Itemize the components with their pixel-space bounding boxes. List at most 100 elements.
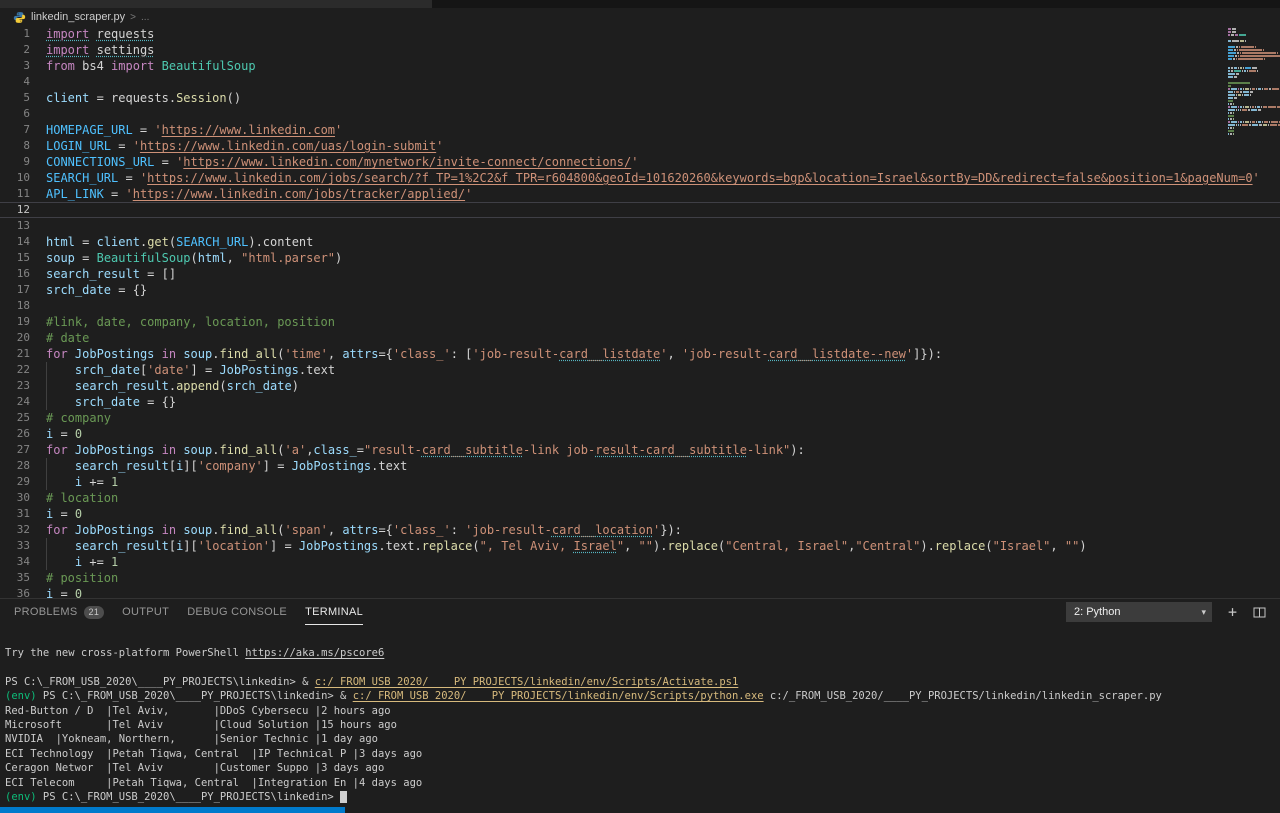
code-token: # location — [46, 491, 119, 505]
line-number[interactable]: 19 — [0, 314, 30, 330]
code-line[interactable]: 27 for JobPostings in soup.find_all('a',c… — [0, 442, 1280, 458]
line-number[interactable]: 18 — [0, 298, 30, 314]
code-line[interactable]: 13 — [0, 218, 1280, 234]
code-token: = — [111, 139, 133, 153]
line-number[interactable]: 29 — [0, 474, 30, 490]
line-number[interactable]: 27 — [0, 442, 30, 458]
line-number[interactable]: 30 — [0, 490, 30, 506]
line-number[interactable]: 32 — [0, 522, 30, 538]
terminal-shell-select[interactable]: 2: Python ▾ — [1065, 602, 1212, 622]
code-token: ] = — [270, 539, 299, 553]
code-line[interactable]: 11 APL_LINK = 'https://www.linkedin.com/j… — [0, 186, 1280, 202]
line-number[interactable]: 10 — [0, 170, 30, 186]
line-number[interactable]: 16 — [0, 266, 30, 282]
code-line[interactable]: 22 srch_date['date'] = JobPostings.text — [0, 362, 1280, 378]
breadcrumb-file[interactable]: linkedin_scraper.py — [31, 11, 125, 23]
new-terminal-icon[interactable]: + — [1228, 604, 1237, 620]
code-line[interactable]: 1 import requests — [0, 26, 1280, 42]
code-line[interactable]: 17 srch_date = {} — [0, 282, 1280, 298]
line-number[interactable]: 9 — [0, 154, 30, 170]
line-number[interactable]: 5 — [0, 90, 30, 106]
code-text: from bs4 import BeautifulSoup — [46, 58, 1280, 74]
line-number[interactable]: 36 — [0, 586, 30, 598]
line-number[interactable]: 25 — [0, 410, 30, 426]
line-number[interactable]: 6 — [0, 106, 30, 122]
code-line[interactable]: 24 srch_date = {} — [0, 394, 1280, 410]
line-number[interactable]: 20 — [0, 330, 30, 346]
breadcrumb-symbol-more[interactable]: ... — [141, 12, 149, 23]
code-line[interactable]: 18 — [0, 298, 1280, 314]
line-number[interactable]: 24 — [0, 394, 30, 410]
code-line[interactable]: 4 — [0, 74, 1280, 90]
code-line[interactable]: 20 # date — [0, 330, 1280, 346]
code-token: = — [118, 171, 140, 185]
line-number[interactable]: 2 — [0, 42, 30, 58]
panel-tab-output[interactable]: OUTPUT — [122, 600, 169, 625]
line-number[interactable]: 35 — [0, 570, 30, 586]
minimap-segment — [1228, 55, 1234, 57]
line-number[interactable]: 34 — [0, 554, 30, 570]
code-line[interactable]: 3 from bs4 import BeautifulSoup — [0, 58, 1280, 74]
line-number[interactable]: 21 — [0, 346, 30, 362]
code-line[interactable]: 34 i += 1 — [0, 554, 1280, 570]
code-line[interactable]: 33 search_result[i]['location'] = JobPos… — [0, 538, 1280, 554]
line-number[interactable]: 3 — [0, 58, 30, 74]
code-line[interactable]: 28 search_result[i]['company'] = JobPost… — [0, 458, 1280, 474]
code-line[interactable]: 29 i += 1 — [0, 474, 1280, 490]
code-line[interactable]: 10 SEARCH_URL = 'https://www.linkedin.com… — [0, 170, 1280, 186]
code-line[interactable]: 5 client = requests.Session() — [0, 90, 1280, 106]
line-number[interactable]: 17 — [0, 282, 30, 298]
line-number[interactable]: 26 — [0, 426, 30, 442]
code-line[interactable]: 19 #link, date, company, location, positi… — [0, 314, 1280, 330]
line-number[interactable]: 31 — [0, 506, 30, 522]
code-editor[interactable]: 1 import requests 2 import settings 3 from bs… — [0, 26, 1280, 598]
code-line[interactable]: 31 i = 0 — [0, 506, 1280, 522]
line-number[interactable]: 7 — [0, 122, 30, 138]
code-token: 'job-result- — [472, 347, 560, 361]
code-line[interactable]: 23 search_result.append(srch_date) — [0, 378, 1280, 394]
statusbar-fragment[interactable] — [0, 807, 345, 813]
line-number[interactable]: 8 — [0, 138, 30, 154]
line-number[interactable]: 4 — [0, 74, 30, 90]
code-line[interactable]: 26 i = 0 — [0, 426, 1280, 442]
line-number[interactable]: 12 — [0, 202, 30, 218]
terminal-output[interactable]: Try the new cross-platform PowerShell ht… — [0, 625, 1280, 804]
panel-tab-problems[interactable]: PROBLEMS 21 — [14, 600, 105, 625]
terminal-link[interactable]: c:/_FROM_USB_2020/____PY_PROJECTS/linked… — [315, 676, 739, 688]
code-token: html — [46, 235, 75, 249]
line-number[interactable]: 22 — [0, 362, 30, 378]
line-number[interactable]: 15 — [0, 250, 30, 266]
line-number[interactable]: 14 — [0, 234, 30, 250]
panel-tab-terminal[interactable]: TERMINAL — [305, 600, 364, 625]
code-lines[interactable]: 1 import requests 2 import settings 3 from bs… — [0, 26, 1280, 598]
code-line[interactable]: 32 for JobPostings in soup.find_all('span… — [0, 522, 1280, 538]
code-line[interactable]: 16 search_result = [] — [0, 266, 1280, 282]
code-line[interactable]: 36 i = 0 — [0, 586, 1280, 598]
code-line[interactable]: 35 # position — [0, 570, 1280, 586]
line-number[interactable]: 33 — [0, 538, 30, 554]
terminal-link[interactable]: https://aka.ms/pscore6 — [245, 647, 384, 659]
minimap[interactable] — [1226, 28, 1280, 136]
code-line[interactable]: 12 — [0, 202, 1280, 218]
line-number[interactable]: 11 — [0, 186, 30, 202]
line-number[interactable]: 1 — [0, 26, 30, 42]
code-line[interactable]: 8 LOGIN_URL = 'https://www.linkedin.com/u… — [0, 138, 1280, 154]
line-number[interactable]: 28 — [0, 458, 30, 474]
code-line[interactable]: 14 html = client.get(SEARCH_URL).content — [0, 234, 1280, 250]
code-line[interactable]: 2 import settings — [0, 42, 1280, 58]
line-number[interactable]: 23 — [0, 378, 30, 394]
code-line[interactable]: 25 # company — [0, 410, 1280, 426]
code-line[interactable]: 7 HOMEPAGE_URL = 'https://www.linkedin.co… — [0, 122, 1280, 138]
code-line[interactable]: 21 for JobPostings in soup.find_all('time… — [0, 346, 1280, 362]
code-line[interactable]: 6 — [0, 106, 1280, 122]
terminal-link[interactable] — [340, 790, 348, 803]
code-line[interactable]: 9 CONNECTIONS_URL = 'https://www.linkedin… — [0, 154, 1280, 170]
code-line[interactable]: 15 soup = BeautifulSoup(html, "html.parse… — [0, 250, 1280, 266]
line-number[interactable]: 13 — [0, 218, 30, 234]
terminal-link[interactable]: c:/_FROM_USB_2020/____PY_PROJECTS/linked… — [353, 690, 764, 702]
code-token: replace — [421, 539, 473, 553]
minimap-segment — [1258, 121, 1261, 123]
code-line[interactable]: 30 # location — [0, 490, 1280, 506]
split-terminal-icon[interactable] — [1253, 606, 1266, 619]
panel-tab-debug-console[interactable]: DEBUG CONSOLE — [187, 600, 287, 625]
